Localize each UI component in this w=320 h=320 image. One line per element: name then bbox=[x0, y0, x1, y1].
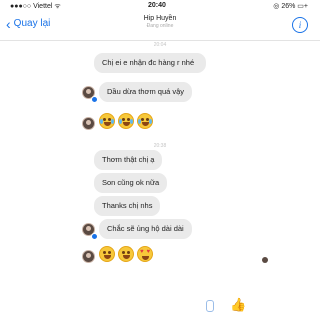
contact-title[interactable]: Hip Huyền Đang online bbox=[120, 15, 200, 29]
smiling-emoji-icon[interactable] bbox=[118, 246, 134, 262]
avatar[interactable] bbox=[82, 250, 95, 263]
message-bubble[interactable]: Thơm thật chị ạ bbox=[94, 150, 163, 170]
clock: 20:40 bbox=[148, 2, 166, 9]
message-bubble[interactable]: Dầu dừa thơm quá vậy bbox=[99, 82, 193, 102]
thumbs-up-icon[interactable]: 👍 bbox=[230, 297, 246, 313]
message-bubble[interactable]: Son cũng ok nữa bbox=[94, 173, 168, 193]
contact-name: Hip Huyền bbox=[143, 15, 177, 22]
avatar[interactable] bbox=[82, 117, 95, 130]
timestamp: 20:38 bbox=[153, 143, 167, 149]
message-bubble[interactable]: Chị ei e nhận đc hàng r nhé bbox=[94, 53, 206, 73]
laughing-emoji-icon[interactable] bbox=[99, 113, 115, 129]
battery-indicator: ◎ 26% ▭+ bbox=[273, 3, 308, 10]
microphone-icon[interactable] bbox=[206, 300, 214, 312]
seen-avatar bbox=[262, 257, 268, 263]
info-icon[interactable]: i bbox=[292, 17, 308, 33]
online-dot bbox=[91, 233, 98, 240]
chevron-left-icon: ‹ bbox=[6, 15, 11, 32]
heart-eyes-emoji-icon[interactable] bbox=[137, 246, 153, 262]
laughing-emoji-icon[interactable] bbox=[137, 113, 153, 129]
online-dot bbox=[91, 96, 98, 103]
timestamp: 20:04 bbox=[153, 42, 167, 48]
laughing-emoji-icon[interactable] bbox=[118, 113, 134, 129]
back-button[interactable]: ‹ Quay lại bbox=[6, 15, 51, 32]
message-bubble[interactable]: Thanks chị nhs bbox=[94, 196, 161, 216]
back-label: Quay lại bbox=[13, 18, 51, 29]
smiling-emoji-icon[interactable] bbox=[99, 246, 115, 262]
contact-status: Đang online bbox=[146, 23, 174, 29]
message-bubble[interactable]: Chắc sẽ ủng hộ dài dài bbox=[99, 219, 192, 239]
chat-header: ‹ Quay lại Hip Huyền Đang online i bbox=[0, 10, 320, 41]
